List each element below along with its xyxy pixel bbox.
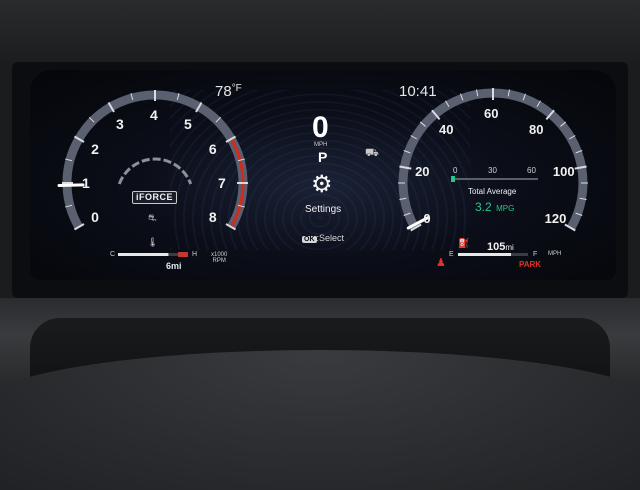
average-economy: 3.2 MPG — [475, 199, 514, 215]
range-readout: 105mi — [487, 238, 514, 254]
speed-label-100: 100 — [552, 163, 575, 179]
fuel-empty-label: E — [449, 251, 454, 258]
fuel-full-label: F — [533, 251, 538, 258]
seatbelt-warning-icon: ♟ — [436, 257, 446, 269]
economy-scale-60: 60 — [527, 166, 536, 175]
economy-bar-marker — [451, 176, 455, 182]
fuel-bar-track — [458, 253, 528, 256]
speed-label-20: 20 — [415, 163, 430, 179]
average-unit: MPG — [496, 204, 515, 213]
economy-bar-track — [452, 178, 538, 180]
fuel-pump-icon: ⛽ — [458, 238, 470, 248]
speed-label-60: 60 — [484, 106, 499, 121]
speedometer-gauge — [398, 88, 588, 232]
speed-label-80: 80 — [528, 122, 544, 138]
speed-label-120: 120 — [544, 211, 567, 226]
economy-scale-30: 30 — [488, 166, 497, 175]
park-brake-status: PARK — [519, 260, 542, 269]
economy-scale-0: 0 — [453, 166, 458, 175]
average-title: Total Average — [468, 187, 517, 196]
speed-label-0: 0 — [423, 211, 431, 226]
speed-unit-label: MPH — [548, 251, 562, 257]
range-value: 105 — [487, 241, 506, 253]
fuel-bar-fill — [458, 253, 511, 256]
range-unit: mi — [505, 243, 514, 252]
speed-label-40: 40 — [439, 122, 454, 138]
average-value: 3.2 — [475, 200, 492, 214]
